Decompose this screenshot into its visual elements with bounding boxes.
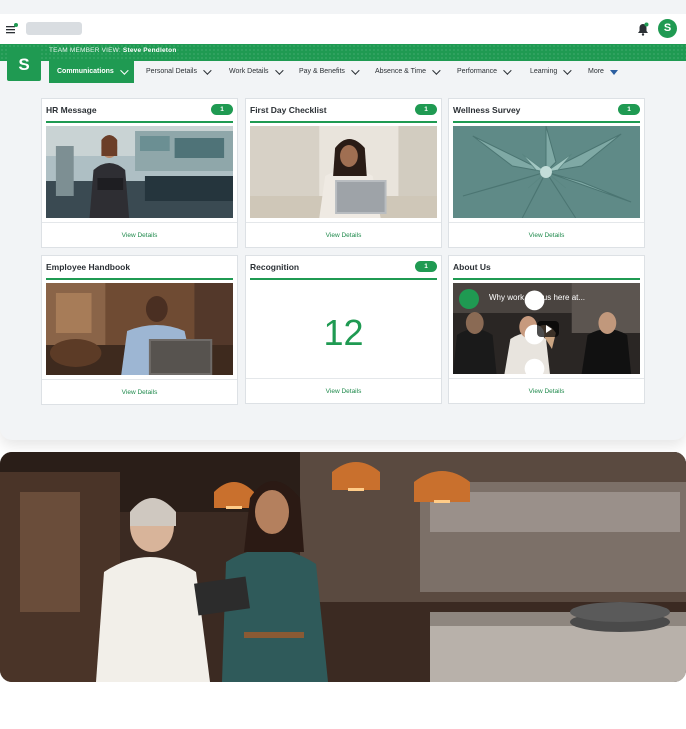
card-employee-handbook: Employee Handbook View Details xyxy=(41,255,238,405)
card-title: HR Message xyxy=(46,105,97,115)
nav-item-performance[interactable]: Performance xyxy=(457,61,512,83)
divider xyxy=(250,121,437,123)
card-wellness-survey: Wellness Survey 1 View Details xyxy=(448,98,645,248)
top-bar: S xyxy=(0,14,686,44)
card-title: About Us xyxy=(453,262,491,272)
chevron-down-icon xyxy=(503,66,512,75)
caret-down-icon xyxy=(609,70,618,75)
card-title: Employee Handbook xyxy=(46,262,131,272)
divider xyxy=(453,278,640,280)
main-nav: Communications Personal Details Work Det… xyxy=(0,61,686,83)
divider xyxy=(42,379,237,380)
hero-photo-restaurant-kitchen xyxy=(0,452,686,682)
card-image-person-with-laptop xyxy=(46,126,233,218)
nav-item-pay-benefits[interactable]: Pay & Benefits xyxy=(299,61,360,83)
view-details-link[interactable]: View Details xyxy=(449,388,644,395)
card-hr-message: HR Message 1 View Details xyxy=(41,98,238,248)
user-avatar[interactable]: S xyxy=(658,19,677,38)
search-placeholder[interactable] xyxy=(26,22,82,35)
menu-icon[interactable] xyxy=(6,23,18,35)
divider xyxy=(42,222,237,223)
card-first-day-checklist: First Day Checklist 1 View Details xyxy=(245,98,442,248)
nav-item-more[interactable]: More xyxy=(588,61,618,83)
chevron-down-icon xyxy=(274,66,284,75)
bell-icon[interactable] xyxy=(637,22,649,36)
view-details-link[interactable]: View Details xyxy=(42,389,237,396)
notification-badge: 1 xyxy=(415,104,437,115)
chevron-down-icon xyxy=(351,66,360,75)
nav-item-work-details[interactable]: Work Details xyxy=(229,61,284,83)
chevron-down-icon xyxy=(119,66,129,75)
card-title: First Day Checklist xyxy=(250,105,327,115)
chevron-down-icon xyxy=(203,66,212,75)
divider xyxy=(46,278,233,280)
view-details-link[interactable]: View Details xyxy=(42,232,237,239)
view-details-link[interactable]: View Details xyxy=(246,232,441,239)
chevron-down-icon xyxy=(563,66,572,75)
notification-badge: 1 xyxy=(415,261,437,272)
divider xyxy=(453,121,640,123)
divider xyxy=(449,222,644,223)
card-title: Recognition xyxy=(250,262,300,272)
video-player[interactable]: Why work with us here at... xyxy=(453,283,640,374)
card-title: Wellness Survey xyxy=(453,105,521,115)
nav-item-absence-time[interactable]: Absence & Time xyxy=(375,61,441,83)
card-recognition: Recognition 1 12 View Details xyxy=(245,255,442,404)
chevron-down-icon xyxy=(432,66,441,75)
view-details-link[interactable]: View Details xyxy=(449,232,644,239)
divider xyxy=(246,222,441,223)
team-member-name: Steve Pendleton xyxy=(122,47,177,54)
divider xyxy=(449,378,644,379)
nav-item-personal-details[interactable]: Personal Details xyxy=(146,61,212,83)
notification-badge: 1 xyxy=(211,104,233,115)
card-image-woman-at-laptop xyxy=(250,126,437,218)
app-window: S TEAM MEMBER VIEW: Steve Pendleton S Co… xyxy=(0,0,686,440)
card-image-succulent-plant xyxy=(453,126,640,218)
recognition-count: 12 xyxy=(323,312,364,353)
divider xyxy=(250,278,437,280)
play-icon[interactable] xyxy=(537,321,559,337)
notification-badge: 1 xyxy=(618,104,640,115)
card-image-man-at-laptop xyxy=(46,283,233,375)
nav-item-communications[interactable]: Communications xyxy=(49,61,134,83)
divider xyxy=(246,378,441,379)
team-member-label: TEAM MEMBER VIEW: xyxy=(49,47,121,54)
team-member-bar: TEAM MEMBER VIEW: Steve Pendleton xyxy=(0,44,686,61)
view-details-link[interactable]: View Details xyxy=(246,388,441,395)
divider xyxy=(46,121,233,123)
card-about-us: About Us Why work with us here at... xyxy=(448,255,645,404)
nav-item-learning[interactable]: Learning xyxy=(530,61,572,83)
